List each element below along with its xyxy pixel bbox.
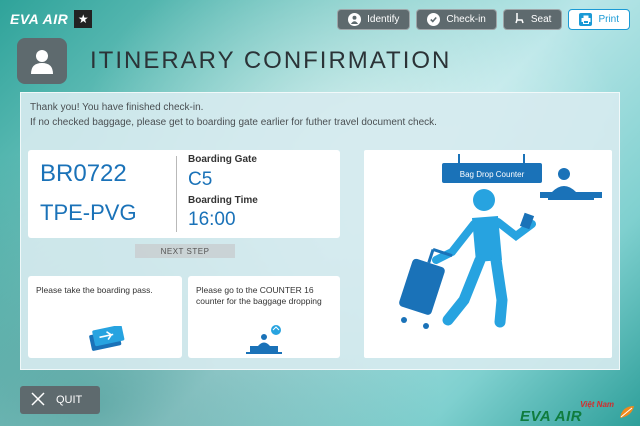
flight-card: BR0722 TPE-PVG Boarding Gate C5 Boarding… — [28, 150, 340, 238]
nav-print-label: Print — [598, 14, 619, 25]
step-nav: Identify Check-in Seat Print — [337, 9, 630, 30]
page-title: ITINERARY CONFIRMATION — [90, 47, 452, 74]
seat-icon — [514, 12, 525, 27]
nav-identify-label: Identify — [367, 14, 400, 25]
card-divider — [176, 156, 177, 232]
boarding-gate-value: C5 — [188, 169, 213, 190]
boarding-time-label: Boarding Time — [188, 195, 258, 206]
person-icon — [348, 13, 362, 26]
flight-number: BR0722 — [40, 160, 127, 187]
quit-label: QUIT — [56, 394, 83, 406]
next-step-button[interactable]: NEXT STEP — [135, 244, 235, 258]
counter-text: Please go to the COUNTER 16 counter for … — [196, 285, 322, 306]
logo-text: EVA AIR — [10, 11, 69, 27]
boarding-pass-card: Please take the boarding pass. — [28, 276, 182, 358]
nav-print[interactable]: Print — [568, 9, 630, 30]
boarding-time-value: 16:00 — [188, 209, 236, 230]
boarding-pass-text: Please take the boarding pass. — [36, 285, 153, 295]
status-message-line1: Thank you! You have finished check-in. — [30, 102, 204, 113]
brand-top-text: Việt Nam — [580, 400, 614, 409]
bag-drop-illustration: Bag Drop Counter — [364, 150, 612, 358]
status-message-line2: If no checked baggage, please get to boa… — [30, 117, 437, 128]
brand-watermark: Việt Nam EVA AIR — [520, 400, 636, 425]
check-icon — [427, 13, 441, 26]
counter-card: Please go to the COUNTER 16 counter for … — [188, 276, 340, 358]
boarding-gate-label: Boarding Gate — [188, 154, 257, 165]
close-icon — [30, 391, 46, 409]
printer-icon — [579, 13, 593, 26]
nav-seat[interactable]: Seat — [502, 9, 563, 30]
status-message: Thank you! You have finished check-in. I… — [30, 100, 437, 130]
passenger-icon — [17, 38, 67, 84]
counter-icon — [242, 324, 286, 359]
nav-identify[interactable]: Identify — [337, 9, 411, 30]
quit-button[interactable]: QUIT — [20, 386, 100, 414]
leaf-icon — [618, 404, 636, 425]
eva-air-logo: EVA AIR ★ — [10, 10, 93, 28]
boarding-pass-icon — [86, 324, 126, 357]
brand-main-text: EVA AIR — [520, 408, 583, 425]
star-alliance-icon: ★ — [74, 10, 93, 28]
bag-drop-sign-label: Bag Drop Counter — [460, 170, 525, 179]
nav-seat-label: Seat — [530, 14, 552, 25]
nav-checkin-label: Check-in — [446, 14, 486, 25]
nav-checkin[interactable]: Check-in — [416, 9, 497, 30]
flight-route: TPE-PVG — [40, 200, 137, 225]
